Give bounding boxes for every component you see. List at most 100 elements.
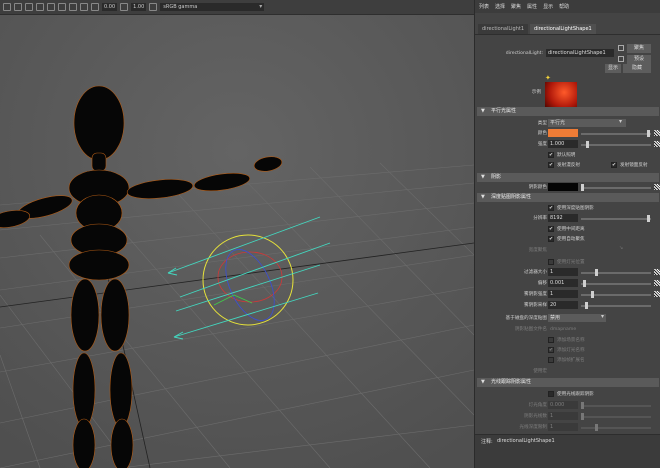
hide-button[interactable]: 隐藏: [623, 64, 651, 73]
fog-intensity-label: 雾阴影强度: [524, 292, 547, 297]
emit-specular-checkbox[interactable]: ✔: [611, 162, 617, 168]
menu-focus[interactable]: 聚焦: [511, 3, 521, 10]
map-button-icon[interactable]: [654, 141, 660, 147]
isolate-icon[interactable]: [69, 3, 77, 11]
exposure-field[interactable]: 0.00: [102, 3, 118, 11]
use-light-position-label: 使用灯光位置: [557, 260, 585, 265]
section-light-attributes[interactable]: 平行光属性: [477, 107, 659, 116]
show-button[interactable]: 显示: [605, 64, 621, 73]
light-angle-field[interactable]: 0.000: [548, 401, 578, 409]
grid-icon[interactable]: [3, 3, 11, 11]
intensity-field[interactable]: 1.000: [548, 140, 578, 148]
preset-button[interactable]: 预设: [627, 55, 651, 64]
resolution-field[interactable]: 8192: [548, 214, 578, 222]
shadow-color-swatch[interactable]: [548, 183, 578, 191]
map-button-icon[interactable]: [654, 130, 660, 136]
smooth-shade-icon[interactable]: [36, 3, 44, 11]
menu-show[interactable]: 显示: [543, 3, 553, 10]
ray-depth-limit-label: 光线深度限制: [519, 425, 547, 430]
add-frame-ext-checkbox[interactable]: [548, 357, 554, 363]
disk-depth-map-label: 基于磁盘的深度贴图: [505, 316, 547, 321]
emit-diffuse-checkbox[interactable]: ✔: [548, 162, 554, 168]
light-color-label: 颜色: [537, 131, 547, 136]
intensity-label: 强度: [537, 142, 547, 147]
map-button-icon[interactable]: [654, 269, 660, 275]
section-depth-map-shadows[interactable]: 深度贴图阴影属性: [477, 193, 659, 202]
chevron-down-icon: ▾: [601, 313, 605, 320]
light-angle-slider[interactable]: [581, 402, 651, 409]
notes-value: directionalLightShape1: [497, 438, 555, 444]
ray-depth-limit-field[interactable]: 1: [548, 423, 578, 431]
use-macro-label: 使用宏: [533, 369, 547, 374]
resolution-slider[interactable]: [581, 215, 651, 222]
menu-list[interactable]: 列表: [479, 3, 489, 10]
xray-icon[interactable]: [80, 3, 88, 11]
section-shadows[interactable]: 阴影: [477, 173, 659, 182]
shadow-rays-slider[interactable]: [581, 413, 651, 420]
use-mid-dist-checkbox[interactable]: ✔: [548, 226, 554, 232]
gamma-field[interactable]: 1.00: [131, 3, 147, 11]
shadow-icon[interactable]: [58, 3, 66, 11]
filter-size-field[interactable]: 1: [548, 268, 578, 276]
use-light-position-checkbox[interactable]: [548, 259, 554, 265]
bias-slider[interactable]: [581, 280, 651, 287]
menu-select[interactable]: 选择: [495, 3, 505, 10]
shadow-map-name-label: 阴影贴图文件名: [514, 327, 547, 332]
tab-directional-light[interactable]: directionalLight1: [478, 24, 529, 34]
focus-button[interactable]: 聚焦: [627, 44, 651, 53]
map-button-icon[interactable]: [654, 184, 660, 190]
menu-help[interactable]: 帮助: [559, 3, 569, 10]
use-auto-focus-label: 使用自动聚焦: [557, 237, 585, 242]
color-management-icon[interactable]: [149, 3, 158, 11]
scene-canvas[interactable]: [0, 15, 474, 468]
chevron-down-icon: ▾: [619, 118, 623, 125]
use-depth-map-checkbox[interactable]: ✔: [548, 205, 554, 211]
map-button-icon[interactable]: [654, 280, 660, 286]
use-mid-dist-label: 使用中间距离: [557, 227, 585, 232]
section-raytrace-shadows[interactable]: 光线跟踪阴影属性: [477, 378, 659, 387]
fog-samples-slider[interactable]: [581, 302, 651, 309]
light-type-label: 类型: [537, 121, 547, 126]
viewport-panel[interactable]: 0.00 1.00 sRGB gamma: [0, 0, 474, 468]
camera-icon[interactable]: [14, 3, 22, 11]
add-frame-ext-label: 添加帧扩展名: [557, 358, 585, 363]
attribute-editor: 列表 选择 聚焦 属性 显示 帮助 directionalLight1 dire…: [474, 0, 660, 468]
emit-specular-label: 发射镜面反射: [620, 163, 648, 168]
gamma-icon[interactable]: [120, 3, 129, 11]
fog-samples-field[interactable]: 20: [548, 301, 578, 309]
exposure-icon[interactable]: [91, 3, 99, 11]
use-raytrace-checkbox[interactable]: [548, 391, 554, 397]
notes-label: 注释:: [481, 439, 493, 445]
focus-icon[interactable]: [618, 45, 624, 51]
tab-directional-light-shape[interactable]: directionalLightShape1: [530, 24, 596, 34]
map-button-icon[interactable]: [654, 291, 660, 297]
shadow-rays-field[interactable]: 1: [548, 412, 578, 420]
lighting-icon[interactable]: [47, 3, 55, 11]
use-auto-focus-checkbox[interactable]: ✔: [548, 236, 554, 242]
light-color-swatch[interactable]: [548, 129, 578, 137]
filter-size-slider[interactable]: [581, 269, 651, 276]
attribute-menubar: 列表 选择 聚焦 属性 显示 帮助: [475, 0, 660, 13]
disk-depth-map-select[interactable]: 禁用: [548, 314, 606, 322]
shadow-map-name-value[interactable]: dmapname: [550, 327, 576, 332]
add-light-name-checkbox[interactable]: ✔: [548, 347, 554, 353]
intensity-slider[interactable]: [581, 141, 651, 148]
ray-depth-limit-slider[interactable]: [581, 424, 651, 431]
notes-area[interactable]: 注释: directionalLightShape1: [475, 434, 660, 468]
light-color-slider[interactable]: [581, 130, 651, 137]
shadow-color-slider[interactable]: [581, 184, 651, 191]
node-tabs: directionalLight1 directionalLightShape1: [475, 22, 660, 35]
add-scene-name-checkbox[interactable]: [548, 337, 554, 343]
resolution-label: 分辨率: [533, 216, 547, 221]
menu-attributes[interactable]: 属性: [527, 3, 537, 10]
fog-intensity-field[interactable]: 1: [548, 290, 578, 298]
fog-samples-label: 雾阴影采样: [524, 303, 547, 308]
wireframe-icon[interactable]: [25, 3, 33, 11]
illuminates-default-checkbox[interactable]: ✔: [548, 152, 554, 158]
colorspace-select[interactable]: sRGB gamma: [160, 3, 265, 11]
light-type-select[interactable]: 平行光: [548, 119, 626, 127]
shadow-color-label: 阴影颜色: [528, 185, 547, 190]
bias-field[interactable]: 0.001: [548, 279, 578, 287]
preset-icon[interactable]: [618, 56, 624, 62]
fog-intensity-slider[interactable]: [581, 291, 651, 298]
